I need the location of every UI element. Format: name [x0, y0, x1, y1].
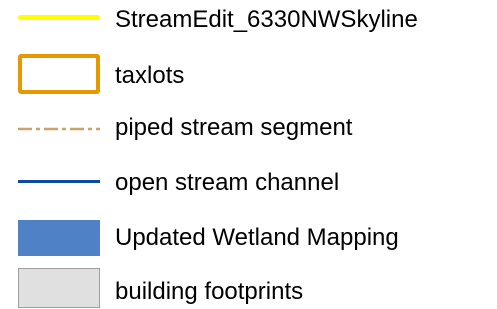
legend-item-taxlots: taxlots [0, 52, 497, 94]
legend-label-buildings: building footprints [115, 278, 304, 305]
yellow-line-symbol [18, 15, 100, 20]
dash-dot-line-symbol [18, 127, 100, 131]
gray-filled-box-symbol [18, 268, 100, 308]
legend-label-streamedit: StreamEdit_6330NWSkyline [115, 6, 418, 33]
legend-item-buildings: building footprints [0, 264, 497, 308]
legend-label-taxlots: taxlots [115, 62, 185, 89]
blue-line-symbol [18, 180, 100, 183]
legend-label-wetland: Updated Wetland Mapping [115, 224, 399, 251]
legend-label-open-stream: open stream channel [115, 169, 340, 196]
legend-item-wetland: Updated Wetland Mapping [0, 212, 497, 256]
legend-label-piped-stream: piped stream segment [115, 114, 353, 141]
blue-filled-box-symbol [18, 220, 100, 256]
map-legend: StreamEdit_6330NWSkyline taxlots piped s… [0, 0, 497, 309]
legend-item-open-stream: open stream channel [0, 162, 497, 202]
legend-item-streamedit: StreamEdit_6330NWSkyline [0, 0, 497, 40]
orange-outline-box-symbol [18, 54, 100, 94]
legend-item-piped-stream: piped stream segment [0, 108, 497, 148]
